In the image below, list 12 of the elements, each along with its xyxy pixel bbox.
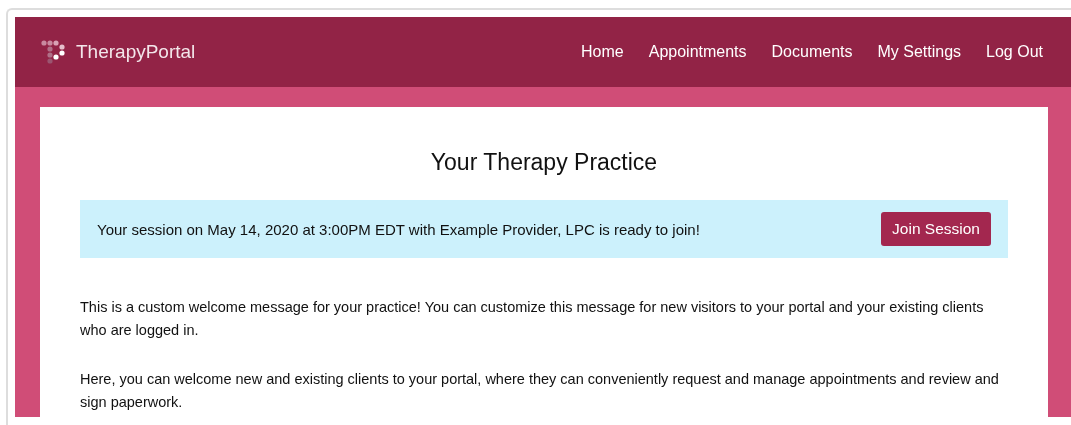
nav-link[interactable]: Home <box>581 43 624 61</box>
nav-link[interactable]: My Settings <box>877 43 962 61</box>
brand-name: TherapyPortal <box>76 41 196 63</box>
nav-link[interactable]: Log Out <box>986 43 1043 61</box>
join-session-button[interactable]: Join Session <box>881 212 991 246</box>
welcome-paragraph: Here, you can welcome new and existing clients to your portal, where they can conveniently request and manage appointments and review and sign paperwork. <box>80 370 1000 412</box>
welcome-paragraph: This is a custom welcome message for your practice! You can customize this message for new visitors to your portal and your existing clients who are logged in. <box>80 298 985 340</box>
logo-icon <box>40 40 66 64</box>
alert-message: Your session on May 14, 2020 at 3:00PM EDT with Example Provider, LPC is ready to join! <box>97 220 700 238</box>
page-title: Your Therapy Practice <box>429 149 659 176</box>
nav-link[interactable]: Documents <box>771 43 853 61</box>
nav-link[interactable]: Appointments <box>648 43 747 61</box>
